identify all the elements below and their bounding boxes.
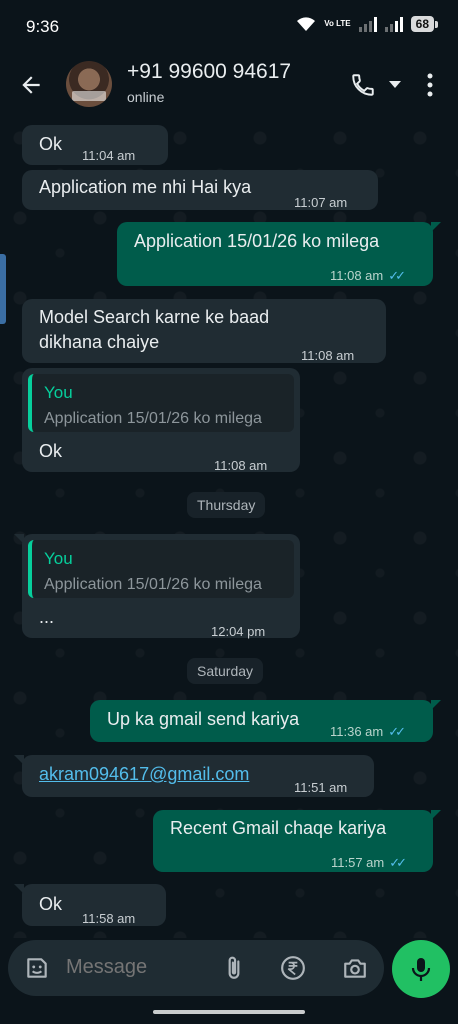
message-text: Application me nhi Hai kya: [39, 177, 252, 197]
message-text: Up ka gmail send kariya: [107, 709, 300, 729]
chat-header: +91 99600 94617 online: [0, 52, 458, 118]
message-time: 11:51 am: [294, 780, 348, 795]
message-composer: [8, 940, 384, 996]
message-time: 11:36 am: [330, 724, 384, 739]
back-arrow-icon[interactable]: [18, 72, 44, 98]
signal-icon-1: [358, 16, 377, 32]
message-text: ...: [39, 607, 55, 627]
message-bubble[interactable]: Application me nhi Hai kya 11:07 am: [22, 170, 378, 210]
message-bubble[interactable]: Up ka gmail send kariya 11:36 am ✓✓: [90, 700, 441, 742]
attach-icon[interactable]: [221, 955, 247, 981]
read-receipt-icon: ✓✓: [389, 855, 407, 870]
sticker-icon[interactable]: [24, 955, 50, 981]
message-time: 12:04 pm: [211, 624, 266, 639]
system-icons: Vo LTE 68: [296, 16, 439, 32]
rupee-icon[interactable]: [280, 955, 306, 981]
wifi-icon: [297, 17, 316, 31]
message-time: 11:04 am: [82, 148, 136, 163]
message-time: 11:08 am: [301, 348, 355, 363]
quoted-message[interactable]: You Application 15/01/26 ko milega: [28, 374, 294, 432]
mic-icon: [411, 958, 431, 981]
message-time: 11:08 am: [214, 458, 268, 473]
home-indicator[interactable]: [153, 1010, 305, 1014]
status-time: 9:36: [26, 17, 60, 36]
message-bubble[interactable]: Model Search karne ke baad dikhana chaiy…: [22, 299, 386, 363]
message-text: Ok: [39, 894, 63, 914]
date-divider: Thursday: [187, 492, 266, 518]
email-link[interactable]: akram094617@gmail.com: [39, 762, 249, 787]
message-text: Ok: [39, 134, 63, 154]
message-time: 11:07 am: [294, 195, 348, 210]
side-edge-handle[interactable]: [0, 254, 6, 324]
date-divider: Saturday: [187, 658, 264, 684]
signal-icon-2: [384, 16, 403, 32]
mic-button[interactable]: [392, 940, 450, 998]
message-time: 11:58 am: [82, 911, 136, 926]
more-vert-icon[interactable]: [425, 72, 435, 98]
quote-text: Application 15/01/26 ko milega: [44, 410, 262, 427]
quote-author: You: [44, 549, 73, 568]
message-bubble[interactable]: You Application 15/01/26 ko milega Ok 11…: [22, 368, 300, 473]
camera-icon[interactable]: [342, 955, 368, 981]
contact-name[interactable]: +91 99600 94617: [127, 60, 291, 84]
message-time: 11:57 am: [331, 855, 385, 870]
message-bubble[interactable]: You Application 15/01/26 ko milega ... 1…: [14, 534, 300, 639]
message-text: Ok: [39, 441, 63, 461]
message-bubble[interactable]: Recent Gmail chaqe kariya 11:57 am ✓✓: [153, 810, 441, 872]
message-bubble[interactable]: Application 15/01/26 ko milega 11:08 am ✓…: [117, 222, 441, 286]
phone-icon[interactable]: [350, 72, 376, 98]
message-text: Application 15/01/26 ko milega: [134, 231, 380, 251]
message-text: Model Search karne ke baad dikhana chaiy…: [39, 307, 270, 352]
quoted-message[interactable]: You Application 15/01/26 ko milega: [28, 540, 294, 598]
read-receipt-icon: ✓✓: [388, 268, 406, 283]
message-bubble[interactable]: akram094617@gmail.com 11:51 am: [14, 755, 374, 797]
chevron-down-icon[interactable]: [389, 81, 401, 88]
avatar[interactable]: [66, 61, 112, 107]
message-time: 11:08 am: [330, 268, 384, 283]
quote-text: Application 15/01/26 ko milega: [44, 576, 262, 593]
message-text: Recent Gmail chaqe kariya: [170, 818, 387, 838]
message-input[interactable]: [66, 956, 206, 979]
contact-status: online: [127, 89, 165, 105]
read-receipt-icon: ✓✓: [388, 724, 406, 739]
volte-icon: Vo LTE: [324, 19, 351, 28]
message-bubble[interactable]: Ok 11:58 am: [14, 884, 166, 926]
status-bar: 9:36 Vo LTE 68: [0, 0, 458, 52]
quote-author: You: [44, 383, 73, 402]
message-bubble[interactable]: Ok 11:04 am: [22, 125, 168, 165]
battery-icon: 68: [410, 16, 439, 32]
